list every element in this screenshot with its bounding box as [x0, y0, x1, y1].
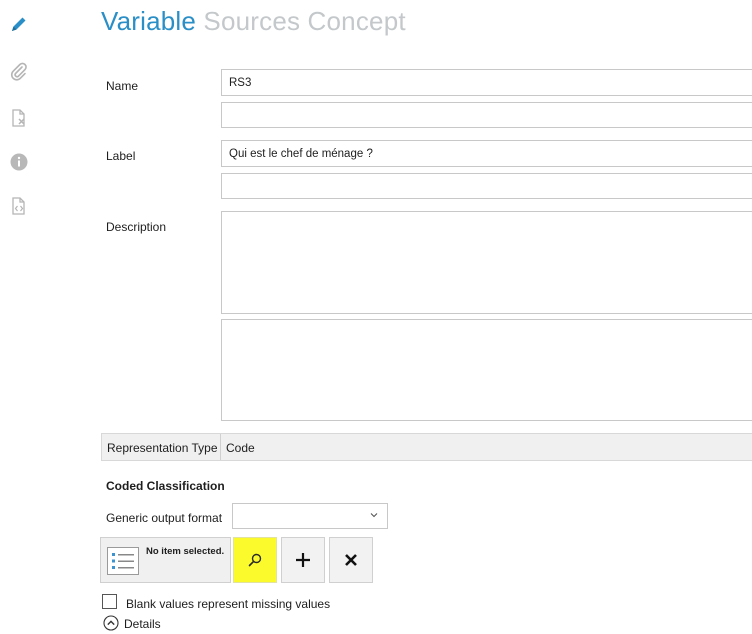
- coded-classification-heading: Coded Classification: [106, 479, 225, 493]
- tab-sources[interactable]: Sources: [203, 6, 300, 37]
- name-label: Name: [106, 79, 139, 93]
- description-label: Description: [106, 220, 167, 234]
- paperclip-icon[interactable]: [9, 62, 29, 82]
- search-button[interactable]: [233, 537, 277, 583]
- label-secondary-field[interactable]: [221, 173, 752, 199]
- selected-item-display[interactable]: No item selected.: [100, 537, 231, 583]
- divider: [220, 434, 221, 460]
- remove-button[interactable]: [329, 537, 373, 583]
- tab-bar: Variable Sources Concept: [101, 6, 410, 37]
- code-file-icon[interactable]: [9, 196, 29, 216]
- generic-output-format-select[interactable]: [232, 503, 388, 529]
- add-button[interactable]: [281, 537, 325, 583]
- tab-variable[interactable]: Variable: [101, 6, 196, 37]
- representation-type-label: Representation Type: [107, 441, 218, 455]
- info-icon[interactable]: [9, 152, 29, 172]
- name-field[interactable]: [221, 69, 752, 96]
- label-label: Label: [106, 149, 136, 163]
- details-toggle-label[interactable]: Details: [124, 617, 161, 631]
- plus-icon: [296, 553, 310, 567]
- chevron-down-icon: [370, 513, 378, 518]
- document-remove-icon[interactable]: [9, 108, 29, 128]
- pencil-icon[interactable]: [9, 14, 29, 34]
- generic-output-format-label: Generic output format: [106, 511, 223, 525]
- name-secondary-field[interactable]: [221, 102, 752, 128]
- item-selection-text: No item selected.: [146, 546, 225, 557]
- representation-type-row: Representation Type Code: [101, 433, 752, 461]
- close-icon: [345, 554, 357, 566]
- blank-values-checkbox[interactable]: [102, 594, 117, 609]
- blank-values-label: Blank values represent missing values: [126, 597, 331, 611]
- representation-type-value: Code: [226, 441, 255, 455]
- tab-concept[interactable]: Concept: [308, 6, 406, 37]
- search-icon: [248, 553, 262, 567]
- label-field[interactable]: [221, 140, 752, 167]
- description-field[interactable]: [221, 211, 752, 314]
- side-rail: [0, 0, 40, 634]
- description-secondary-field[interactable]: [221, 319, 752, 421]
- chevron-up-icon[interactable]: [103, 615, 119, 631]
- list-icon: [107, 547, 139, 575]
